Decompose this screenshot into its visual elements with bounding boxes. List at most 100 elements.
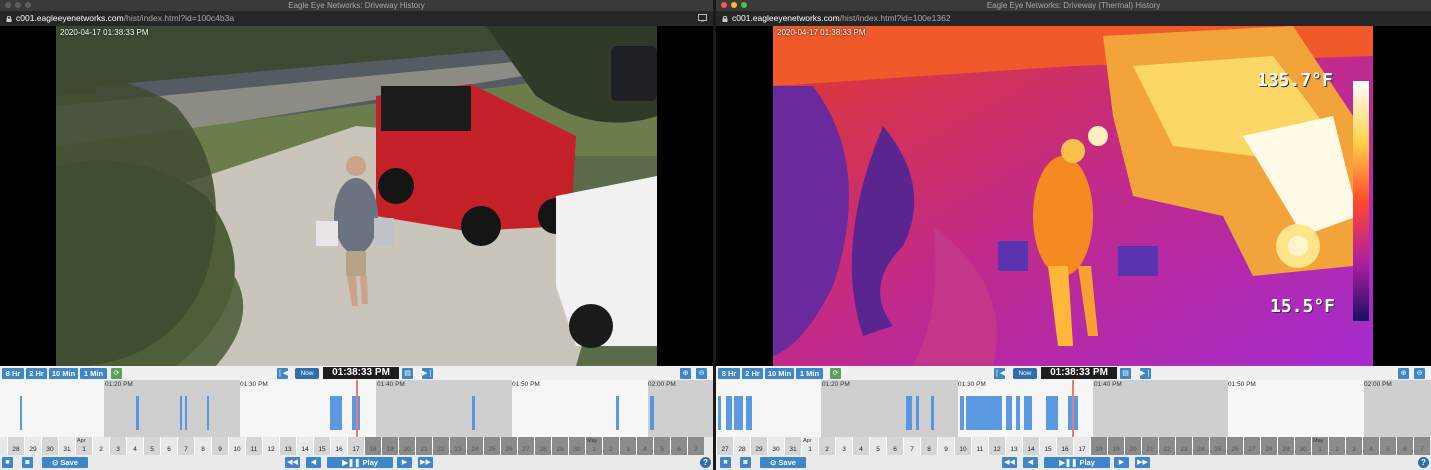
- day-cell[interactable]: 11: [245, 437, 262, 455]
- zoom-in-icon[interactable]: ⊕: [1398, 368, 1409, 379]
- motion-event[interactable]: [650, 396, 654, 430]
- day-cell[interactable]: 6: [670, 437, 687, 455]
- play-pause-button[interactable]: ▶❚❚ Play: [1044, 457, 1110, 468]
- step-back-icon[interactable]: ◀: [306, 457, 321, 468]
- video-viewer[interactable]: 2020-04-17 01:38:33 PM 135.7°F 15.5°F: [716, 26, 1431, 366]
- save-button[interactable]: ⊙ Save: [42, 457, 88, 468]
- day-cell[interactable]: 22: [1158, 437, 1175, 455]
- day-cell[interactable]: 15: [313, 437, 330, 455]
- motion-event[interactable]: [20, 396, 22, 430]
- step-forward-icon[interactable]: ▶: [397, 457, 412, 468]
- day-cell[interactable]: 27: [517, 437, 534, 455]
- day-cell[interactable]: 19: [381, 437, 398, 455]
- day-cell[interactable]: 8: [920, 437, 937, 455]
- day-cell[interactable]: 2: [818, 437, 835, 455]
- day-cell[interactable]: 29: [24, 437, 41, 455]
- calendar-icon[interactable]: ▤: [1120, 368, 1131, 379]
- motion-event[interactable]: [931, 396, 934, 430]
- motion-event[interactable]: [966, 396, 1002, 430]
- event-timeline[interactable]: 01:20 PM 01:30 PM 01:40 PM 01:50 PM 02:0…: [716, 380, 1431, 437]
- skip-forward-icon[interactable]: ▶▶: [1135, 457, 1150, 468]
- day-cell[interactable]: 21: [415, 437, 432, 455]
- day-cell[interactable]: 3: [619, 437, 636, 455]
- day-cell[interactable]: 17: [1073, 437, 1090, 455]
- day-cell[interactable]: 23: [1175, 437, 1192, 455]
- event-timeline[interactable]: 01:20 PM 01:30 PM 01:40 PM 01:50 PM 02:0…: [0, 380, 713, 437]
- day-cell[interactable]: 16: [330, 437, 347, 455]
- motion-event[interactable]: [207, 396, 209, 430]
- day-cell[interactable]: 18: [364, 437, 381, 455]
- range-8hr-button[interactable]: 8 Hr: [718, 368, 740, 379]
- day-cell[interactable]: 6: [886, 437, 903, 455]
- day-cell[interactable]: 16: [1056, 437, 1073, 455]
- stop-icon[interactable]: ■: [720, 457, 731, 468]
- close-window-button[interactable]: [721, 2, 727, 8]
- day-cell[interactable]: 31: [784, 437, 801, 455]
- day-cell[interactable]: 26: [1226, 437, 1243, 455]
- motion-event[interactable]: [185, 396, 187, 430]
- day-cell[interactable]: 7: [177, 437, 194, 455]
- day-cell[interactable]: 30: [767, 437, 784, 455]
- day-cell[interactable]: 25: [483, 437, 500, 455]
- range-1min-button[interactable]: 1 Min: [80, 368, 107, 379]
- help-icon[interactable]: ?: [700, 457, 711, 468]
- day-cell[interactable]: 17: [347, 437, 364, 455]
- motion-event[interactable]: [1046, 396, 1058, 430]
- day-cell[interactable]: 3: [835, 437, 852, 455]
- day-cell[interactable]: 7: [687, 437, 704, 455]
- day-cell[interactable]: 5: [869, 437, 886, 455]
- playhead-cursor[interactable]: [1072, 380, 1074, 437]
- motion-event[interactable]: [734, 396, 743, 430]
- day-cell[interactable]: 6: [160, 437, 177, 455]
- day-cell[interactable]: 11: [971, 437, 988, 455]
- day-cell[interactable]: 14: [296, 437, 313, 455]
- day-cell[interactable]: 10: [954, 437, 971, 455]
- day-cell[interactable]: 2: [1328, 437, 1345, 455]
- refresh-icon[interactable]: ⟳: [830, 368, 841, 379]
- day-cell[interactable]: 15: [1039, 437, 1056, 455]
- zoom-out-icon[interactable]: ⊖: [1414, 368, 1425, 379]
- day-cell[interactable]: 4: [1362, 437, 1379, 455]
- playhead-cursor[interactable]: [356, 380, 358, 437]
- day-cell[interactable]: 18: [1090, 437, 1107, 455]
- day-strip[interactable]: 28 29 30 31 1 2 3 4 5 6 7 8 9 10 11 12 13 14 15 16 17 18 19 20 2…: [0, 437, 713, 455]
- day-cell[interactable]: 4: [636, 437, 653, 455]
- day-cell[interactable]: 3: [1345, 437, 1362, 455]
- jump-start-icon[interactable]: ❘◀: [277, 368, 288, 379]
- day-cell[interactable]: 29: [750, 437, 767, 455]
- day-cell[interactable]: 7: [903, 437, 920, 455]
- day-cell[interactable]: 9: [211, 437, 228, 455]
- now-button[interactable]: Now: [1013, 368, 1037, 379]
- day-cell[interactable]: 14: [1022, 437, 1039, 455]
- range-10min-button[interactable]: 10 Min: [49, 368, 78, 379]
- day-cell[interactable]: 9: [937, 437, 954, 455]
- motion-event[interactable]: [330, 396, 342, 430]
- day-cell[interactable]: 30: [1294, 437, 1311, 455]
- snapshot-camera-icon[interactable]: ◙: [740, 457, 751, 468]
- zoom-window-button[interactable]: [741, 2, 747, 8]
- day-cell[interactable]: 24: [1192, 437, 1209, 455]
- day-cell[interactable]: 29: [551, 437, 568, 455]
- day-strip[interactable]: 27 28 29 30 31 1 2 3 4 5 6 7 8 9 10 11 12 13 14 15 16 17 18 19 2…: [716, 437, 1431, 455]
- day-cell[interactable]: 10: [228, 437, 245, 455]
- motion-event[interactable]: [472, 396, 475, 430]
- range-1min-button[interactable]: 1 Min: [796, 368, 823, 379]
- day-cell[interactable]: 25: [1209, 437, 1226, 455]
- motion-event[interactable]: [1006, 396, 1012, 430]
- address-bar[interactable]: c001.eagleeyenetworks.com/hist/index.htm…: [716, 11, 1431, 26]
- save-button[interactable]: ⊙ Save: [760, 457, 806, 468]
- motion-event[interactable]: [746, 396, 752, 430]
- day-cell[interactable]: 13: [1005, 437, 1022, 455]
- day-cell[interactable]: 28: [1260, 437, 1277, 455]
- day-cell[interactable]: 5: [1379, 437, 1396, 455]
- day-cell[interactable]: 29: [1277, 437, 1294, 455]
- day-cell[interactable]: 20: [1124, 437, 1141, 455]
- minimize-window-button[interactable]: [15, 2, 21, 8]
- day-cell[interactable]: 24: [466, 437, 483, 455]
- motion-event[interactable]: [726, 396, 732, 430]
- jump-start-icon[interactable]: ❘◀: [994, 368, 1005, 379]
- day-cell[interactable]: 2: [92, 437, 109, 455]
- motion-event[interactable]: [960, 396, 964, 430]
- motion-event[interactable]: [718, 396, 721, 430]
- day-cell[interactable]: 12: [262, 437, 279, 455]
